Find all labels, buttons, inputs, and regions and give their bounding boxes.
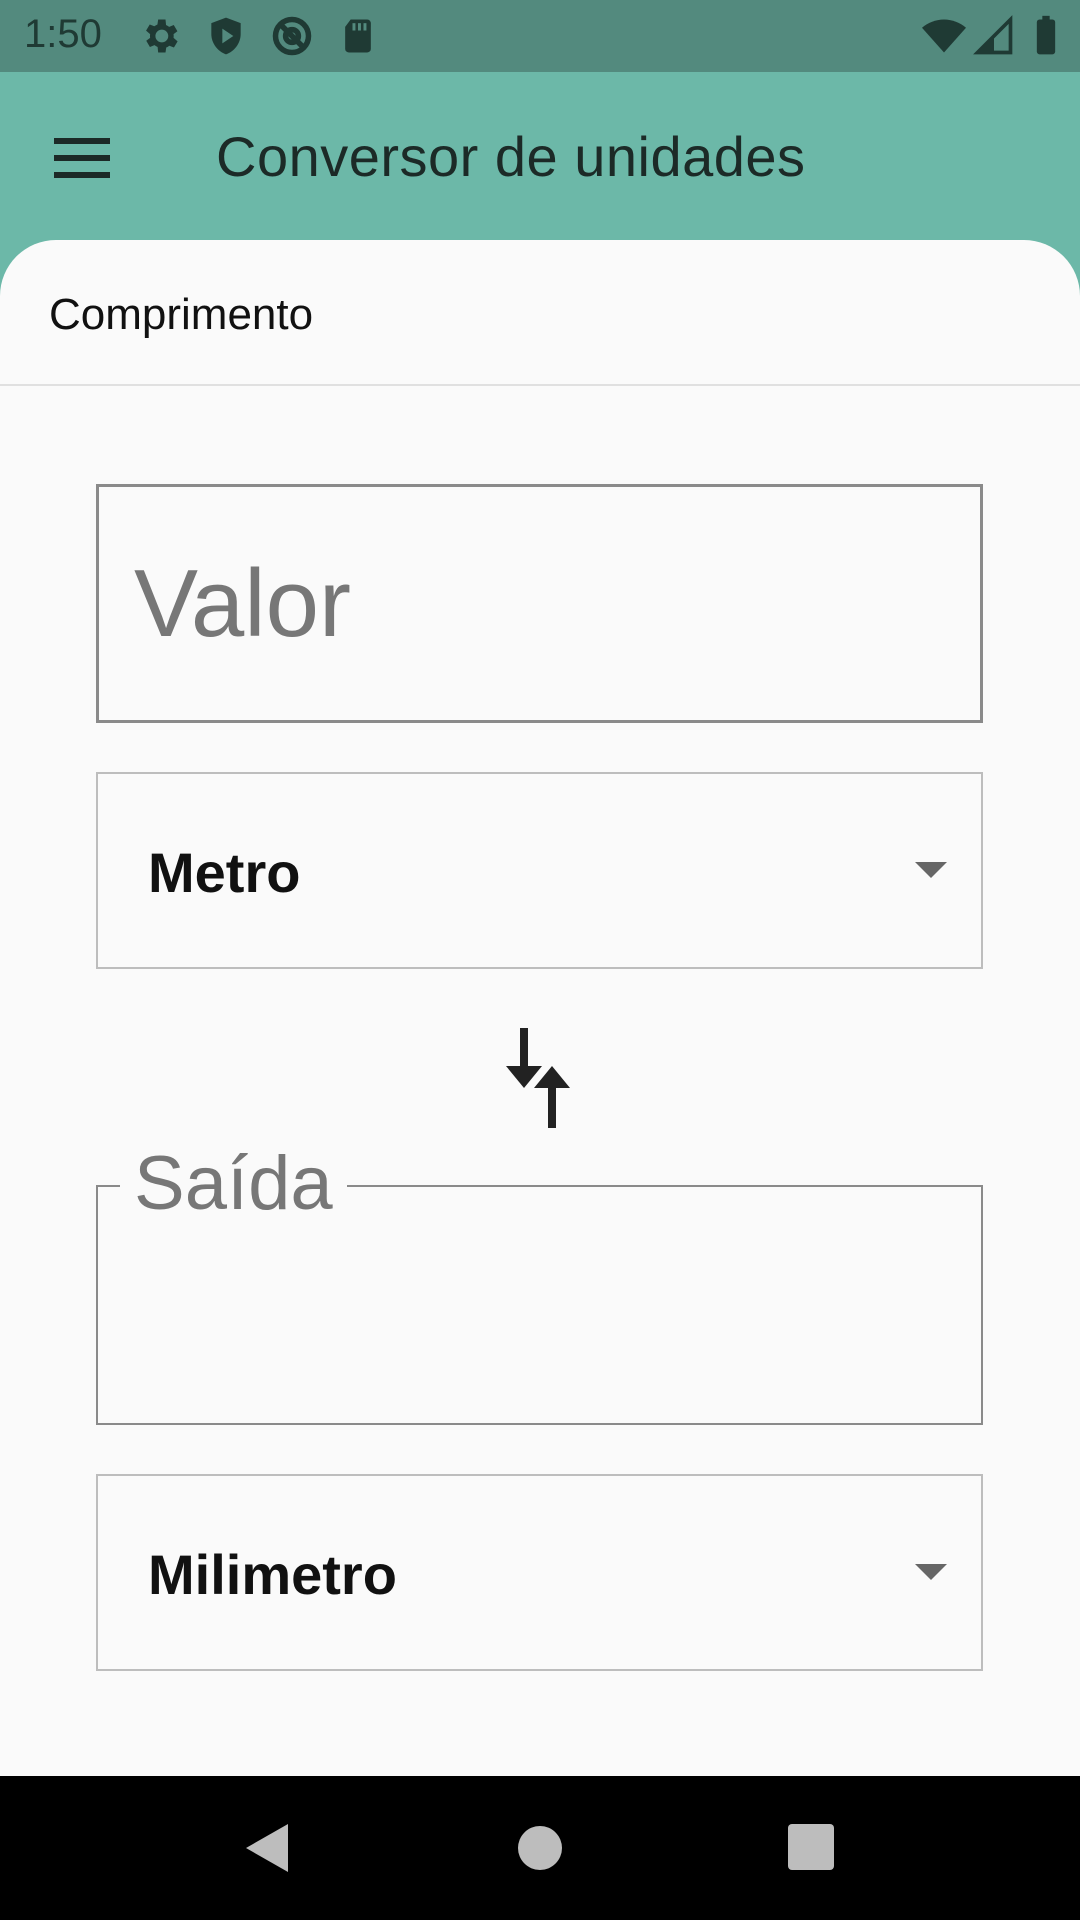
category-label[interactable]: Comprimento [49,290,313,340]
divider [0,384,1080,386]
status-time: 1:50 [24,12,102,56]
from-unit-dropdown[interactable]: Metro [96,772,983,969]
dropdown-caret-icon [915,1564,947,1580]
navigation-bar [0,1776,1080,1920]
recents-icon[interactable] [784,1820,840,1876]
output-label-notch: Saída [120,1146,347,1222]
battery-icon [1036,15,1056,55]
wifi-icon [922,19,966,53]
from-unit-value: Metro [148,841,301,904]
sd-card-icon [345,19,371,53]
signal-icon [973,15,1013,55]
back-icon[interactable] [240,1820,296,1876]
to-unit-value: Milimetro [148,1543,397,1606]
swap-vertical-arrows-icon[interactable] [500,1022,580,1132]
app-title: Conversor de unidades [216,125,806,188]
output-label: Saída [134,1141,333,1226]
gear-icon [146,19,178,53]
app-screen: 1:50 Conversor de unidades Comprimento V… [0,0,1080,1920]
value-input[interactable]: Valor [96,484,983,723]
at-sign-icon [272,16,312,56]
app-bar: Conversor de unidades [0,72,1080,242]
shield-play-icon [211,17,241,55]
dropdown-caret-icon [915,862,947,878]
content-sheet: Comprimento Valor Metro Saída Milimetro [0,240,1080,1776]
value-input-placeholder: Valor [134,550,351,657]
hamburger-menu-icon[interactable] [54,136,110,180]
home-icon[interactable] [512,1820,568,1876]
to-unit-dropdown[interactable]: Milimetro [96,1474,983,1671]
status-bar: 1:50 [0,0,1080,72]
